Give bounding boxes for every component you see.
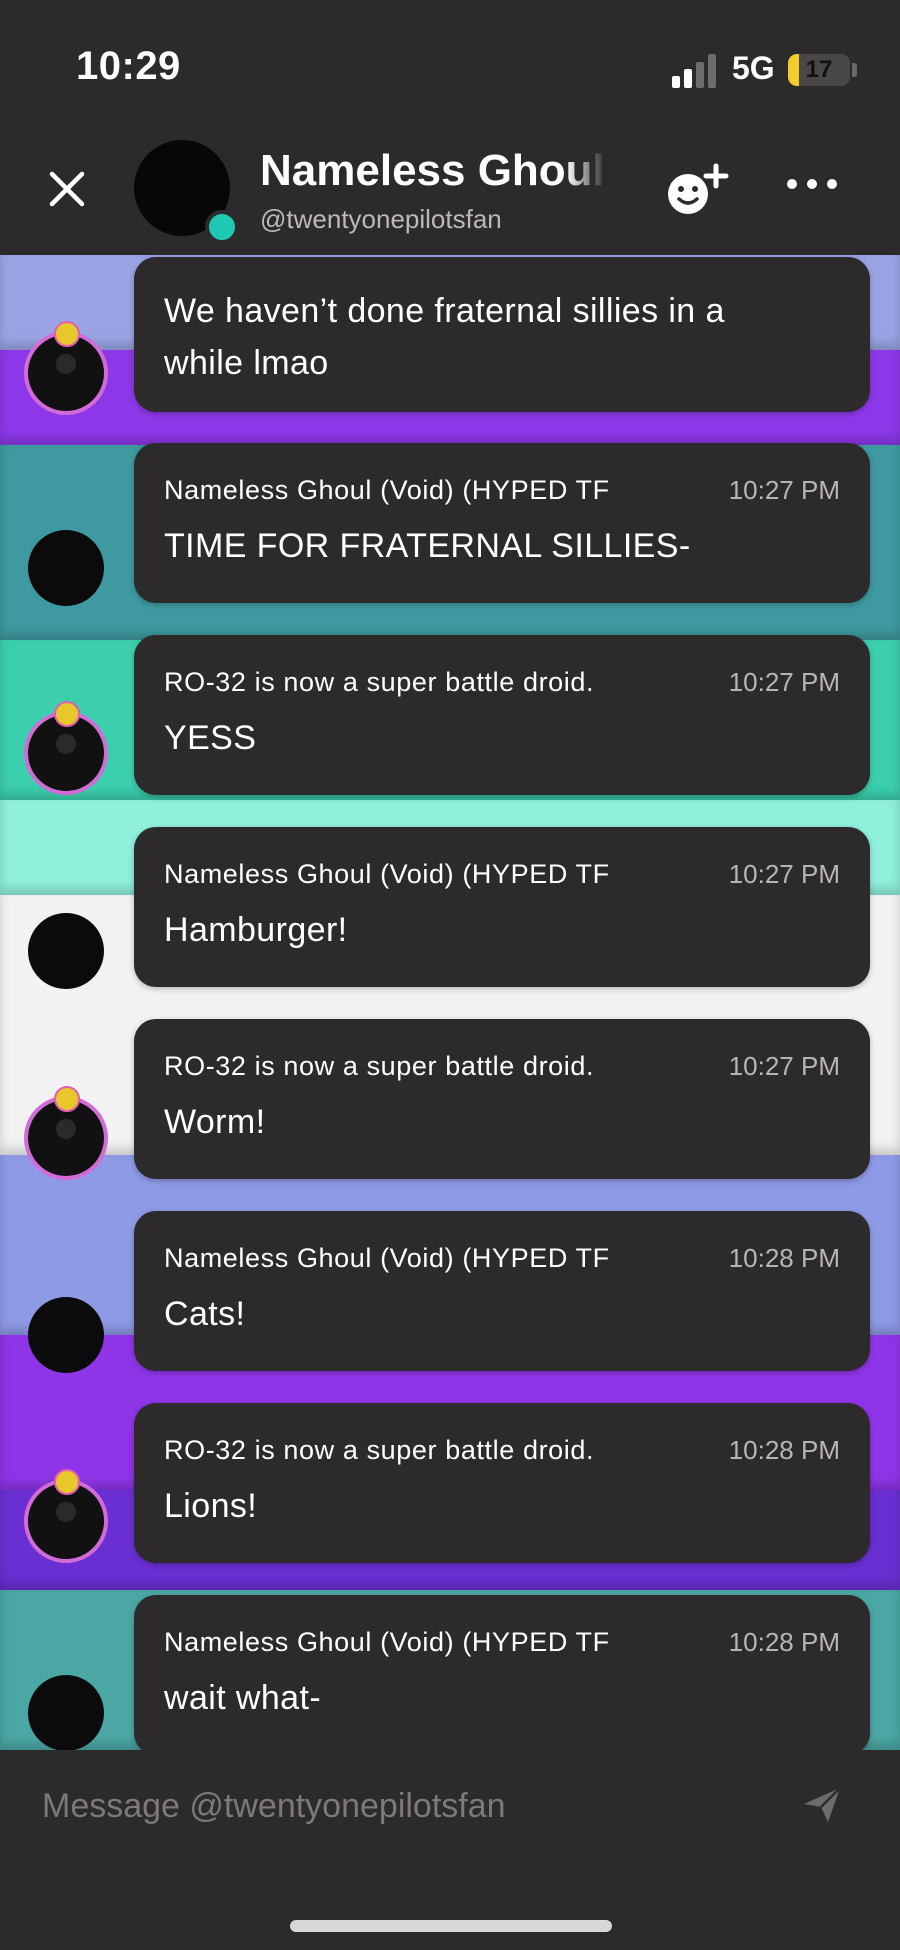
avatar-badge-icon bbox=[54, 701, 80, 727]
message-list[interactable]: We haven’t done fraternal sillies in a w… bbox=[0, 255, 900, 1750]
message-bubble[interactable]: RO-32 is now a super battle droid. 10:27 … bbox=[134, 635, 870, 795]
signal-icon bbox=[672, 54, 716, 88]
message-bubble[interactable]: We haven’t done fraternal sillies in a w… bbox=[134, 257, 870, 412]
message-bubble[interactable]: RO-32 is now a super battle droid. 10:27 … bbox=[134, 1019, 870, 1179]
more-icon[interactable] bbox=[784, 172, 840, 196]
status-bar: 10:29 5G 17 bbox=[0, 0, 900, 140]
message-text: TIME FOR FRATERNAL SILLIES- bbox=[164, 527, 691, 565]
composer bbox=[0, 1750, 900, 1950]
message-sender: RO-32 is now a super battle droid. bbox=[164, 667, 674, 698]
message-bubble[interactable]: Nameless Ghoul (Void) (HYPED TF 10:27 PM T… bbox=[134, 443, 870, 603]
avatar[interactable] bbox=[28, 1469, 104, 1559]
avatar-badge-icon bbox=[54, 1469, 80, 1495]
battery-percent: 17 bbox=[805, 56, 833, 83]
message-text: Worm! bbox=[164, 1103, 266, 1141]
message-time: 10:27 PM bbox=[728, 859, 840, 889]
message-text: Lions! bbox=[164, 1487, 258, 1525]
contact-handle: @twentyonepilotsfan bbox=[260, 204, 502, 234]
message-text: We haven’t done fraternal sillies in a w… bbox=[164, 292, 725, 382]
message-text: Cats! bbox=[164, 1295, 246, 1333]
message-time: 10:28 PM bbox=[728, 1243, 840, 1273]
avatar[interactable] bbox=[28, 1675, 104, 1750]
avatar-badge-icon bbox=[54, 1086, 80, 1112]
message-bubble[interactable]: RO-32 is now a super battle droid. 10:28 … bbox=[134, 1403, 870, 1563]
avatar[interactable] bbox=[28, 701, 104, 791]
message-sender: RO-32 is now a super battle droid. bbox=[164, 1435, 674, 1466]
message-time: 10:27 PM bbox=[728, 1051, 840, 1081]
message-time: 10:28 PM bbox=[728, 1435, 840, 1465]
message-text: Hamburger! bbox=[164, 911, 348, 949]
network-type: 5G bbox=[732, 50, 775, 86]
avatar[interactable] bbox=[28, 913, 104, 989]
message-sender: Nameless Ghoul (Void) (HYPED TF bbox=[164, 1627, 674, 1658]
message-bubble[interactable]: Nameless Ghoul (Void) (HYPED TF 10:28 PM w… bbox=[134, 1595, 870, 1750]
avatar[interactable] bbox=[28, 530, 104, 606]
battery-icon: 17 bbox=[788, 54, 850, 86]
online-status-icon bbox=[205, 210, 239, 244]
message-sender: Nameless Ghoul (Void) (HYPED TF bbox=[164, 859, 674, 890]
contact-name: Nameless Ghoul bbox=[260, 146, 606, 196]
battery-tip bbox=[852, 63, 857, 77]
message-bubble[interactable]: Nameless Ghoul (Void) (HYPED TF 10:28 PM C… bbox=[134, 1211, 870, 1371]
message-input[interactable] bbox=[40, 1780, 784, 1832]
message-bubble[interactable]: Nameless Ghoul (Void) (HYPED TF 10:27 PM H… bbox=[134, 827, 870, 987]
close-icon[interactable] bbox=[44, 166, 90, 212]
message-time: 10:28 PM bbox=[728, 1627, 840, 1657]
message-sender: Nameless Ghoul (Void) (HYPED TF bbox=[164, 1243, 674, 1274]
send-icon[interactable] bbox=[802, 1784, 842, 1824]
status-time: 10:29 bbox=[76, 44, 181, 88]
avatar[interactable] bbox=[28, 1297, 104, 1373]
message-time: 10:27 PM bbox=[728, 475, 840, 505]
avatar[interactable] bbox=[28, 1086, 104, 1176]
home-indicator[interactable] bbox=[290, 1920, 612, 1932]
add-friend-icon[interactable] bbox=[664, 162, 730, 218]
avatar[interactable] bbox=[28, 321, 104, 411]
message-sender: RO-32 is now a super battle droid. bbox=[164, 1051, 674, 1082]
chat-header: Nameless Ghoul @twentyonepilotsfan bbox=[0, 140, 900, 255]
message-text: YESS bbox=[164, 719, 257, 757]
message-sender: Nameless Ghoul (Void) (HYPED TF bbox=[164, 475, 674, 506]
message-time: 10:27 PM bbox=[728, 667, 840, 697]
avatar-badge-icon bbox=[54, 321, 80, 347]
message-text: wait what- bbox=[164, 1679, 322, 1717]
